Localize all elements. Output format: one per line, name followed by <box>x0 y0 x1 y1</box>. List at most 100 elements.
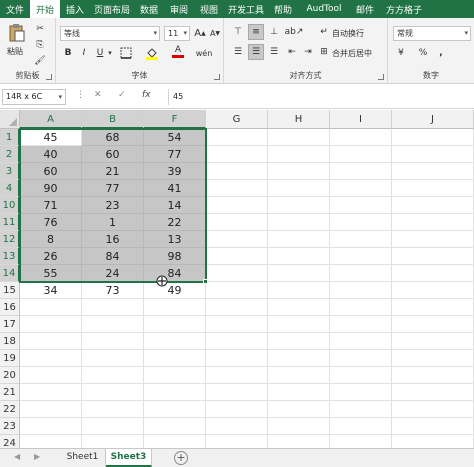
cell-j15[interactable] <box>392 282 474 299</box>
ribbon-tab-3[interactable]: 页面布局 <box>90 0 134 18</box>
column-header-g[interactable]: G <box>206 110 268 129</box>
cell-j1[interactable] <box>392 129 474 146</box>
cell-g23[interactable] <box>206 418 268 435</box>
cell-g11[interactable] <box>206 214 268 231</box>
cell-a1[interactable]: 45 <box>20 129 82 146</box>
cell-h23[interactable] <box>268 418 330 435</box>
row-header-10[interactable]: 10 <box>0 197 20 214</box>
cell-a16[interactable] <box>20 299 82 316</box>
cell-j23[interactable] <box>392 418 474 435</box>
cell-h22[interactable] <box>268 401 330 418</box>
wrap-text-button[interactable]: 自动换行 <box>332 28 364 39</box>
cell-j12[interactable] <box>392 231 474 248</box>
cell-j22[interactable] <box>392 401 474 418</box>
align-middle-icon[interactable]: ≡ <box>248 24 264 40</box>
sheet-tab-sheet3[interactable]: Sheet3 <box>106 449 152 467</box>
align-center-icon[interactable]: ☰ <box>248 44 264 60</box>
cell-b18[interactable] <box>82 333 144 350</box>
ribbon-tab-1[interactable]: 开始 <box>30 0 60 18</box>
cell-f24[interactable] <box>144 435 206 448</box>
cell-f19[interactable] <box>144 350 206 367</box>
row-header-18[interactable]: 18 <box>0 333 20 350</box>
cell-a15[interactable]: 34 <box>20 282 82 299</box>
cell-h1[interactable] <box>268 129 330 146</box>
row-header-17[interactable]: 17 <box>0 316 20 333</box>
ribbon-tab-11[interactable]: 方方格子 <box>380 0 428 18</box>
cell-g3[interactable] <box>206 163 268 180</box>
cell-i15[interactable] <box>330 282 392 299</box>
cell-i21[interactable] <box>330 384 392 401</box>
cell-g21[interactable] <box>206 384 268 401</box>
align-left-icon[interactable]: ☰ <box>230 44 246 60</box>
cell-f11[interactable]: 22 <box>144 214 206 231</box>
chevron-down-icon[interactable]: ▾ <box>106 45 114 61</box>
cell-f17[interactable] <box>144 316 206 333</box>
ribbon-tab-2[interactable]: 插入 <box>60 0 90 18</box>
row-header-4[interactable]: 4 <box>0 180 20 197</box>
cell-i10[interactable] <box>330 197 392 214</box>
decrease-indent-icon[interactable]: ⇤ <box>284 44 300 60</box>
column-header-a[interactable]: A <box>20 110 82 129</box>
cell-f23[interactable] <box>144 418 206 435</box>
cell-a11[interactable]: 76 <box>20 214 82 231</box>
cell-h12[interactable] <box>268 231 330 248</box>
cell-g24[interactable] <box>206 435 268 448</box>
row-header-2[interactable]: 2 <box>0 146 20 163</box>
cell-f20[interactable] <box>144 367 206 384</box>
cell-i16[interactable] <box>330 299 392 316</box>
cell-g13[interactable] <box>206 248 268 265</box>
paste-button-label[interactable]: 粘贴 <box>7 46 23 57</box>
row-header-16[interactable]: 16 <box>0 299 20 316</box>
cell-a22[interactable] <box>20 401 82 418</box>
cell-a21[interactable] <box>20 384 82 401</box>
cell-g17[interactable] <box>206 316 268 333</box>
row-header-15[interactable]: 15 <box>0 282 20 299</box>
select-all-corner[interactable] <box>0 110 20 129</box>
cell-i23[interactable] <box>330 418 392 435</box>
cell-h2[interactable] <box>268 146 330 163</box>
cell-f22[interactable] <box>144 401 206 418</box>
cell-i12[interactable] <box>330 231 392 248</box>
copy-icon[interactable]: ⎘ <box>32 37 48 53</box>
cell-h24[interactable] <box>268 435 330 448</box>
borders-icon[interactable] <box>118 45 134 61</box>
sheet-tab-sheet1[interactable]: Sheet1 <box>60 449 106 467</box>
cell-a24[interactable] <box>20 435 82 448</box>
row-header-24[interactable]: 24 <box>0 435 20 448</box>
cell-f16[interactable] <box>144 299 206 316</box>
cell-g20[interactable] <box>206 367 268 384</box>
cell-j11[interactable] <box>392 214 474 231</box>
ribbon-tab-4[interactable]: 数据 <box>134 0 164 18</box>
row-header-14[interactable]: 14 <box>0 265 20 282</box>
cell-b11[interactable]: 1 <box>82 214 144 231</box>
cell-a18[interactable] <box>20 333 82 350</box>
row-header-20[interactable]: 20 <box>0 367 20 384</box>
insert-function-icon[interactable]: fx <box>142 90 151 100</box>
cancel-icon[interactable]: ✕ <box>94 90 102 100</box>
cell-j13[interactable] <box>392 248 474 265</box>
cell-j19[interactable] <box>392 350 474 367</box>
cell-h13[interactable] <box>268 248 330 265</box>
cell-i18[interactable] <box>330 333 392 350</box>
grow-font-button[interactable]: A ▲ <box>192 25 208 41</box>
cell-f2[interactable]: 77 <box>144 146 206 163</box>
percent-button[interactable]: % <box>415 45 431 61</box>
row-header-12[interactable]: 12 <box>0 231 20 248</box>
font-name-combo[interactable]: 等线 ▾ <box>60 26 160 41</box>
cell-i4[interactable] <box>330 180 392 197</box>
cell-j20[interactable] <box>392 367 474 384</box>
cell-h21[interactable] <box>268 384 330 401</box>
cell-i11[interactable] <box>330 214 392 231</box>
cell-f1[interactable]: 54 <box>144 129 206 146</box>
column-header-b[interactable]: B <box>82 110 144 129</box>
cell-f18[interactable] <box>144 333 206 350</box>
cell-g16[interactable] <box>206 299 268 316</box>
cell-a2[interactable]: 40 <box>20 146 82 163</box>
row-header-13[interactable]: 13 <box>0 248 20 265</box>
cell-h15[interactable] <box>268 282 330 299</box>
font-color-button[interactable]: A <box>170 43 186 59</box>
cell-a23[interactable] <box>20 418 82 435</box>
cell-g2[interactable] <box>206 146 268 163</box>
cell-f13[interactable]: 98 <box>144 248 206 265</box>
fill-color-icon[interactable] <box>144 45 160 61</box>
